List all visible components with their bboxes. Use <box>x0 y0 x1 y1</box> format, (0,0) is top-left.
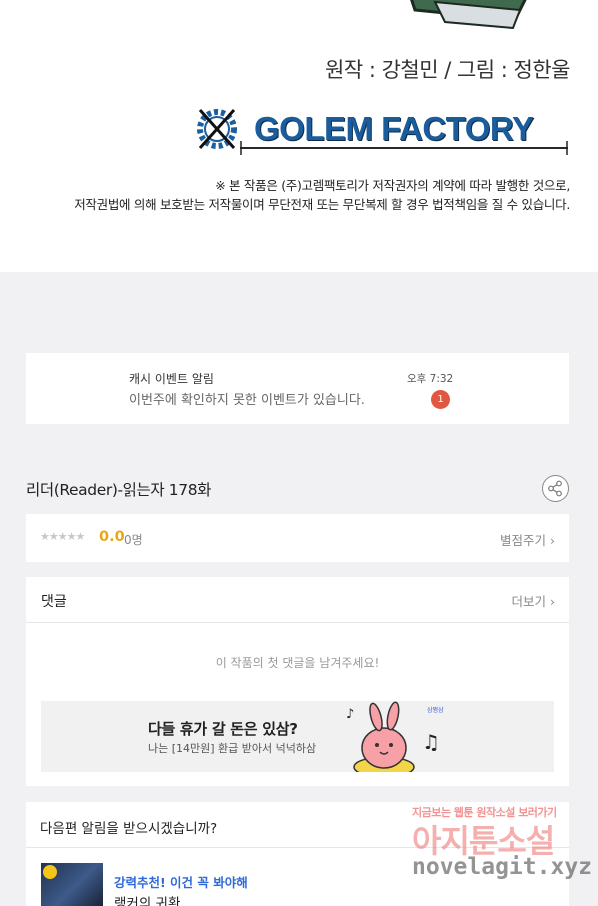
ad-banner[interactable]: 다들 휴가 갈 돈은 있삼? 나는 [14만원] 환급 받아서 넉넉하삼 삼쩜삼… <box>41 701 554 772</box>
site-watermark: 지금보는 웹툰 원작소설 보러가기 아지툰소설 novelagit.xyz <box>412 804 598 904</box>
logo-cross-left <box>240 141 242 155</box>
rate-button[interactable]: 별점주기 › <box>500 530 555 549</box>
comic-panel: 원작 : 강철민 / 그림 : 정한울 GOLEM FACTORY ※ 본 작품… <box>0 0 598 272</box>
rating-panel: ★★★★★ 0.0 0명 별점주기 › <box>26 514 569 562</box>
bunny-mascot-icon: ♪ ♫ <box>346 701 440 772</box>
event-notification[interactable]: 캐시 이벤트 알림 이번주에 확인하지 못한 이벤트가 있습니다. 오후 7:3… <box>26 353 569 424</box>
episode-title: 리더(Reader)-읽는자 178화 <box>26 481 212 499</box>
share-icon <box>548 480 562 497</box>
comments-panel: 댓글 더보기 › 이 작품의 첫 댓글을 남겨주세요! 다들 휴가 갈 돈은 있… <box>26 577 569 786</box>
svg-text:♫: ♫ <box>422 730 440 754</box>
ad-subtitle: 나는 [14만원] 환급 받아서 넉넉하삼 <box>148 742 317 755</box>
rating-stars: ★★★★★ <box>40 530 85 543</box>
gear-icon <box>197 108 237 150</box>
notification-message: 이번주에 확인하지 못한 이벤트가 있습니다. <box>129 393 365 408</box>
ad-title: 다들 휴가 갈 돈은 있삼? <box>148 720 298 738</box>
comments-title: 댓글 <box>41 594 67 610</box>
recommendation-title[interactable]: 랭커의 귀환 <box>114 892 180 906</box>
logo-wordmark: GOLEM FACTORY <box>254 110 534 147</box>
notification-title: 캐시 이벤트 알림 <box>129 372 214 386</box>
share-button[interactable] <box>542 475 569 502</box>
comments-more-link[interactable]: 더보기 › <box>512 591 555 610</box>
comments-empty-message: 이 작품의 첫 댓글을 남겨주세요! <box>215 656 380 670</box>
rating-count: 0명 <box>124 533 143 547</box>
notice-line: ※ 본 작품은 (주)고렘팩토리가 저작권자의 계약에 따라 발행한 것으로, <box>215 178 570 193</box>
rating-score: 0.0 <box>99 529 125 545</box>
watermark-url: novelagit.xyz <box>412 854 593 880</box>
books-illustration <box>410 0 527 30</box>
clock-icon <box>43 865 57 879</box>
svg-text:♪: ♪ <box>346 707 354 722</box>
recommendation-label: 강력추천! 이건 꼭 봐야해 <box>114 875 248 890</box>
notification-time: 오후 7:32 <box>407 373 454 385</box>
publisher-logo: GOLEM FACTORY <box>192 104 574 160</box>
notice-line: 저작권법에 의해 보호받는 저작물이며 무단전재 또는 무단복제 할 경우 법적… <box>74 197 570 212</box>
notification-badge: 1 <box>431 390 450 409</box>
logo-cross-right <box>566 141 568 155</box>
logo-underline <box>240 147 568 149</box>
next-episode-question: 다음편 알림을 받으시겠습니까? <box>40 821 218 837</box>
divider <box>26 622 569 623</box>
copyright-notice: ※ 본 작품은 (주)고렘팩토리가 저작권자의 계약에 따라 발행한 것으로, … <box>10 176 570 214</box>
recommendation-thumbnail[interactable] <box>41 863 103 906</box>
credits-text: 원작 : 강철민 / 그림 : 정한울 <box>325 58 570 82</box>
